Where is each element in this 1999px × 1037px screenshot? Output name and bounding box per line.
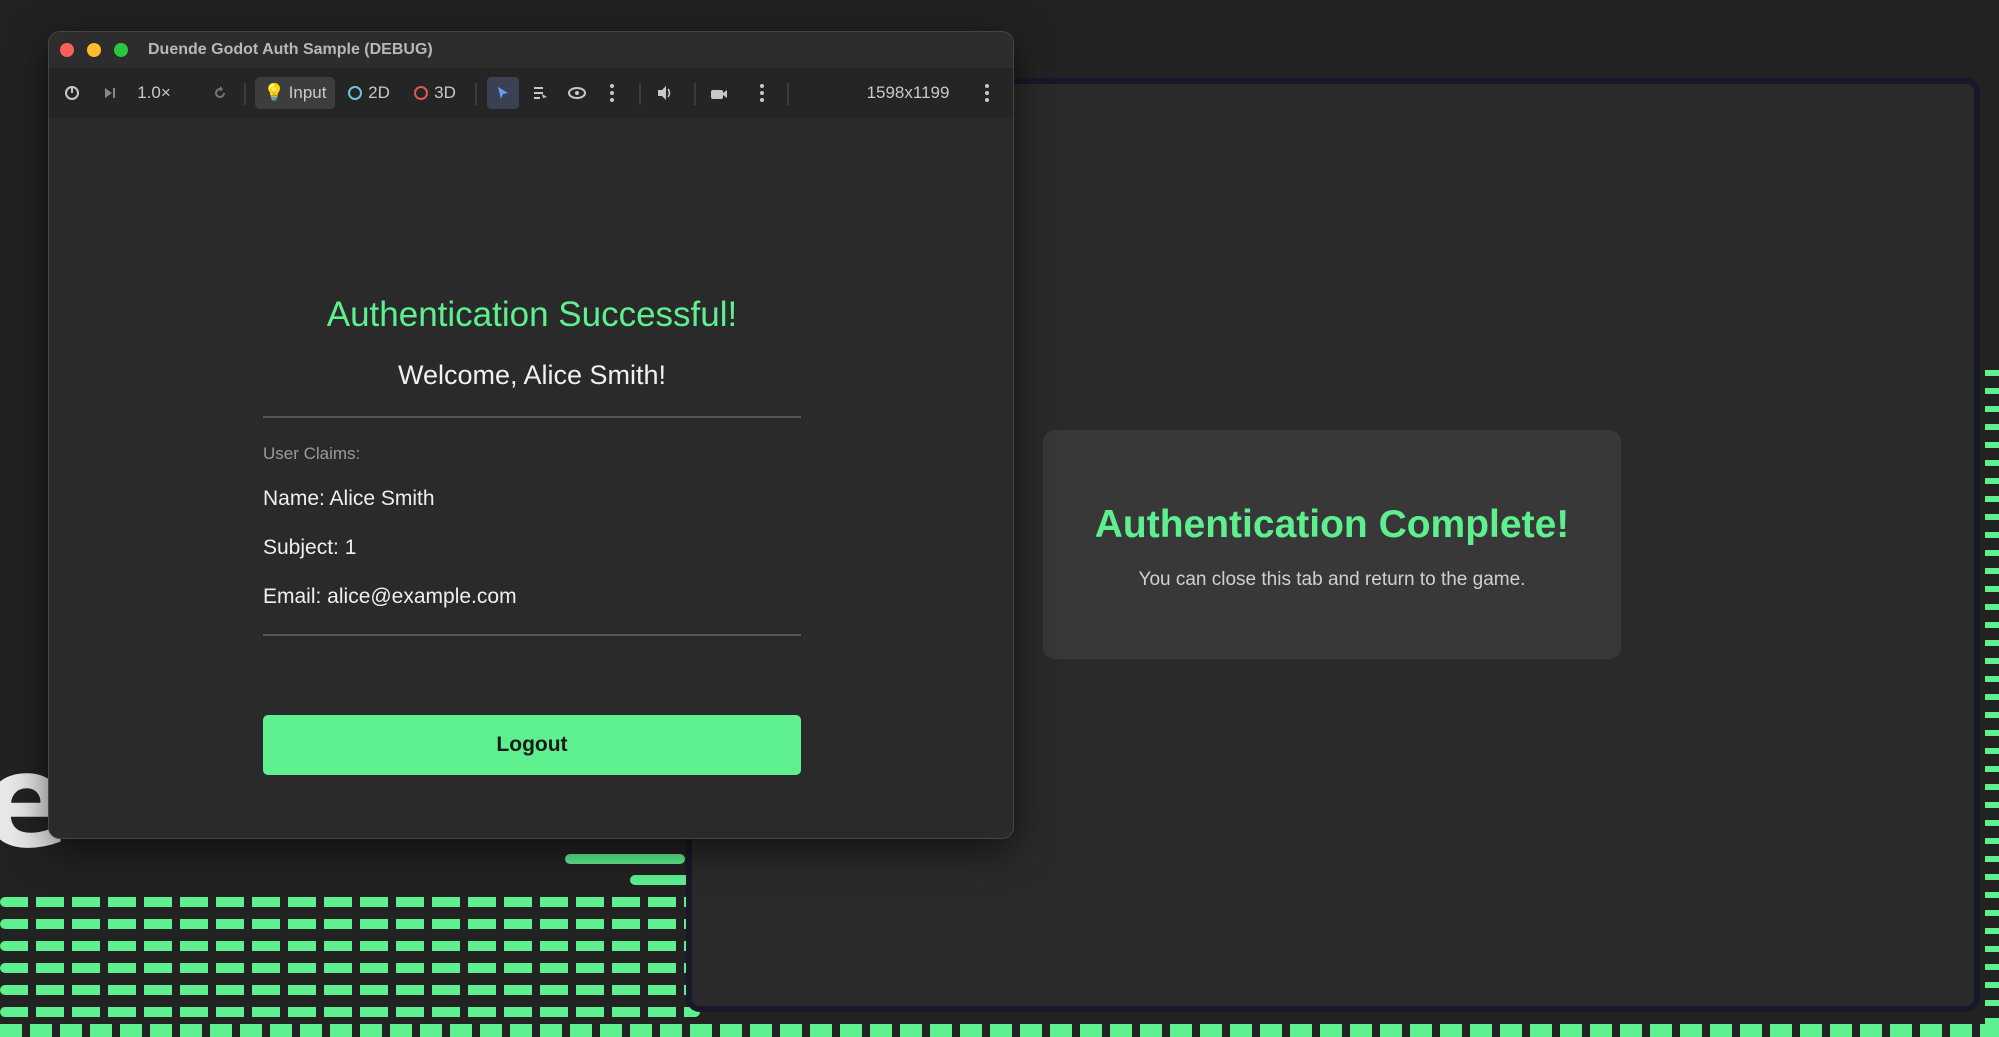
auth-complete-subtitle: You can close this tab and return to the… xyxy=(1138,569,1526,590)
claim-name: Name: Alice Smith xyxy=(263,487,435,510)
auth-complete-title: Authentication Complete! xyxy=(1094,503,1570,546)
input-toggle-button[interactable]: 💡 Input xyxy=(255,77,335,109)
background-stripes-bottom xyxy=(0,1024,1999,1037)
claim-email: Email: alice@example.com xyxy=(263,585,517,608)
logout-button[interactable]: Logout xyxy=(263,715,801,775)
divider xyxy=(263,634,801,636)
game-toolbar: 1.0× 💡 Input 2D 3D 1598x1199 xyxy=(49,68,1013,118)
camera-icon[interactable] xyxy=(706,77,732,109)
background-stripes-right xyxy=(1985,370,1999,1037)
auth-complete-card: Authentication Complete! You can close t… xyxy=(1043,430,1621,659)
list-select-icon[interactable] xyxy=(527,77,553,109)
next-frame-icon[interactable] xyxy=(97,77,123,109)
title-bar[interactable]: Duende Godot Auth Sample (DEBUG) xyxy=(49,32,1013,68)
suspend-icon[interactable] xyxy=(59,77,85,109)
claims-label: User Claims: xyxy=(263,444,361,463)
more-options-icon[interactable] xyxy=(604,77,620,109)
eye-icon[interactable] xyxy=(564,77,590,109)
more-options-icon[interactable] xyxy=(979,77,995,109)
auth-success-title: Authentication Successful! xyxy=(326,295,738,334)
input-label: Input xyxy=(288,83,327,102)
welcome-message: Welcome, Alice Smith! xyxy=(397,360,667,390)
mode-3d-label: 3D xyxy=(434,83,456,102)
claim-subject: Subject: 1 xyxy=(263,536,357,559)
game-window: Duende Godot Auth Sample (DEBUG) 1.0× 💡 … xyxy=(48,31,1014,839)
time-scale-button[interactable]: 1.0× xyxy=(129,77,179,109)
input-icon: 💡 xyxy=(263,83,285,102)
circle-icon xyxy=(414,86,429,100)
close-button[interactable] xyxy=(60,43,74,57)
maximize-button[interactable] xyxy=(114,43,128,57)
circle-icon xyxy=(348,86,363,100)
divider xyxy=(263,416,801,418)
speaker-icon[interactable] xyxy=(652,77,678,109)
background-stripes xyxy=(0,840,700,1037)
more-options-icon[interactable] xyxy=(754,77,770,109)
minimize-button[interactable] xyxy=(87,43,101,57)
window-title: Duende Godot Auth Sample (DEBUG) xyxy=(148,41,433,58)
mode-2d-button[interactable]: 2D xyxy=(345,77,393,109)
mode-2d-label: 2D xyxy=(368,83,390,102)
mode-3d-button[interactable]: 3D xyxy=(411,77,459,109)
resolution-label: 1598x1199 xyxy=(866,83,950,102)
reset-speed-icon[interactable] xyxy=(207,77,233,109)
select-tool-icon[interactable] xyxy=(487,77,519,109)
